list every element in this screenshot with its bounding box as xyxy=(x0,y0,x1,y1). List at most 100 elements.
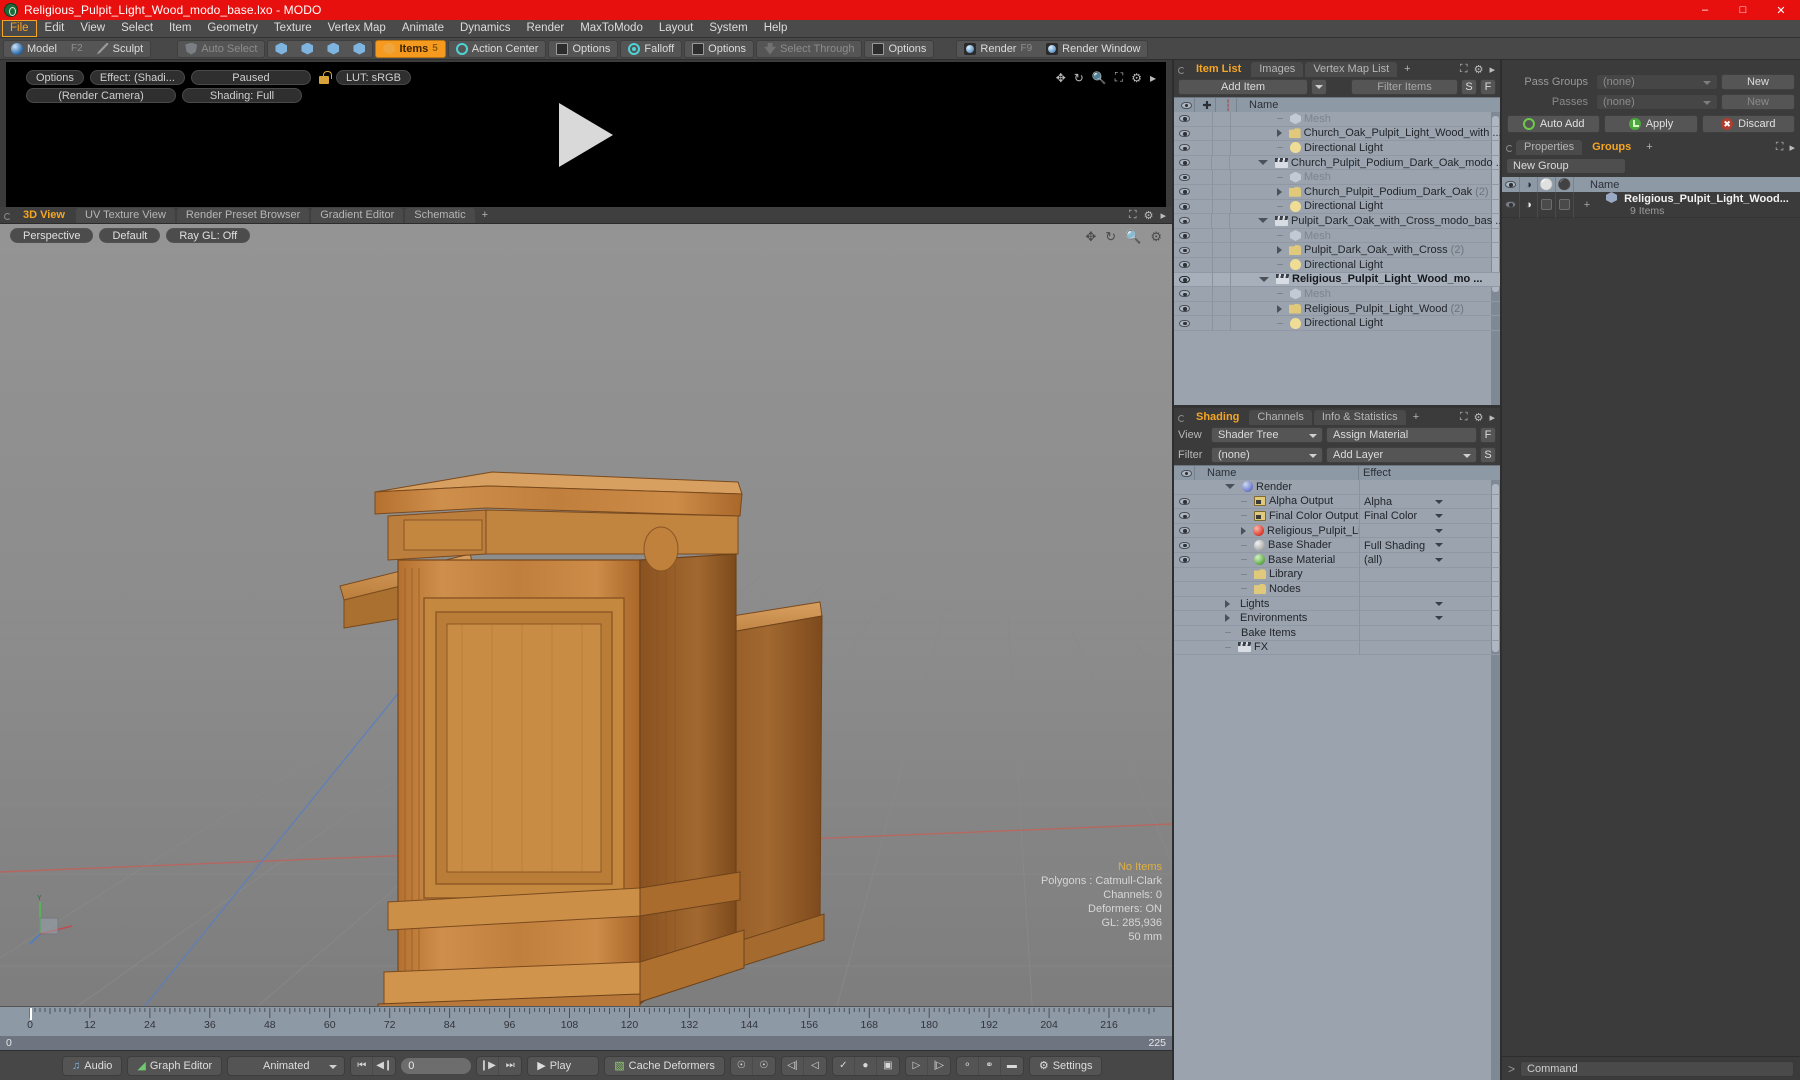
table-row[interactable]: Religious_Pulpit_Light_Wood (2) xyxy=(1174,301,1500,317)
row-visibility-toggle[interactable] xyxy=(1174,512,1195,520)
tab-add-button[interactable]: + xyxy=(477,208,493,223)
row-toggle-cell[interactable] xyxy=(1212,213,1231,229)
groups-maximize-icon[interactable]: ⛶ xyxy=(1776,141,1784,154)
row-toggle-cell[interactable] xyxy=(1195,272,1213,287)
new-pass-group-button[interactable]: New xyxy=(1721,74,1795,90)
preview-options-button[interactable]: Options xyxy=(26,70,84,85)
prev-key-icon[interactable]: ◁ xyxy=(804,1057,826,1075)
action-center-button[interactable]: Action Center xyxy=(449,41,546,57)
auto-add-button[interactable]: Auto Add xyxy=(1507,115,1601,133)
tab-channels[interactable]: Channels xyxy=(1249,410,1312,425)
row-toggle-cell[interactable] xyxy=(1213,184,1231,200)
render-window-button[interactable]: Render Window xyxy=(1039,41,1147,57)
row-toggle-cell[interactable] xyxy=(1213,140,1231,156)
tab-item-list[interactable]: Item List xyxy=(1188,62,1250,77)
chevron-right-icon[interactable] xyxy=(1277,246,1282,255)
channel-icon-1[interactable]: ⚬ xyxy=(957,1056,979,1075)
row-effect-cell[interactable] xyxy=(1359,523,1447,539)
edges-mode-button[interactable] xyxy=(294,41,320,57)
item-list-rows[interactable]: Mesh Church_Oak_Pulpit_Light_Wood_with ..… xyxy=(1174,112,1500,405)
table-row[interactable]: Church_Pulpit_Podium_Dark_Oak (2) xyxy=(1174,184,1500,200)
rotate-icon[interactable]: ↻ xyxy=(1074,71,1084,85)
filter-f-button[interactable]: F xyxy=(1480,79,1496,95)
shading-f-button[interactable]: F xyxy=(1480,427,1496,443)
group-shade-checkbox[interactable] xyxy=(1538,191,1556,218)
tab-schematic[interactable]: Schematic xyxy=(405,208,475,223)
chevron-right-icon[interactable] xyxy=(1276,129,1282,138)
channel-icon-2[interactable]: ⚭ xyxy=(979,1056,1001,1075)
table-row[interactable]: Church_Pulpit_Podium_Dark_Oak_modo ... xyxy=(1174,155,1500,171)
table-row[interactable]: Mesh xyxy=(1174,228,1500,244)
sculpt-mode-button[interactable]: Sculpt xyxy=(90,41,151,57)
tab-shading[interactable]: Shading xyxy=(1188,410,1248,425)
shading-handle-icon[interactable] xyxy=(1178,415,1185,422)
fk-toggle-icon[interactable]: ☉ xyxy=(753,1057,775,1075)
row-effect-cell[interactable] xyxy=(1359,582,1447,597)
passes-dropdown[interactable]: (none) xyxy=(1596,94,1718,110)
menu-item-view[interactable]: View xyxy=(72,20,113,37)
chevron-down-icon[interactable] xyxy=(1435,557,1443,562)
row-toggle-cell[interactable] xyxy=(1213,315,1231,331)
row-visibility-toggle[interactable] xyxy=(1174,173,1195,181)
select-through-button[interactable]: Select Through xyxy=(757,41,861,57)
viewport-maximize-icon[interactable]: ⛶ xyxy=(1129,209,1137,222)
filter-s-button[interactable]: S xyxy=(1461,79,1477,95)
row-visibility-toggle[interactable] xyxy=(1174,541,1195,549)
shading-s-button[interactable]: S xyxy=(1480,447,1496,463)
table-row[interactable]: Render xyxy=(1174,480,1500,495)
group-wire-checkbox[interactable] xyxy=(1556,191,1574,218)
table-row[interactable]: FX xyxy=(1174,640,1500,656)
falloff-button[interactable]: Falloff xyxy=(621,41,681,57)
ik-toggle-icon[interactable]: ☉ xyxy=(731,1056,753,1075)
table-row[interactable]: Mesh xyxy=(1174,286,1500,302)
item-list-handle-icon[interactable] xyxy=(1178,67,1185,74)
tab-info-statistics[interactable]: Info & Statistics xyxy=(1313,410,1406,425)
row-toggle-cell[interactable] xyxy=(1213,199,1231,214)
row-toggle-cell[interactable] xyxy=(1212,155,1230,170)
chevron-down-icon[interactable] xyxy=(1258,218,1269,224)
previous-frame-button[interactable]: ◀❙ xyxy=(373,1057,395,1075)
pass-groups-dropdown[interactable]: (none) xyxy=(1596,74,1718,90)
zoom-icon[interactable]: 🔍 xyxy=(1092,71,1107,85)
tab-gradient-editor[interactable]: Gradient Editor xyxy=(311,208,404,223)
viewport-raygl-dropdown[interactable]: Ray GL: Off xyxy=(166,228,251,243)
row-visibility-toggle[interactable] xyxy=(1174,319,1195,327)
shader-tree-dropdown[interactable]: Shader Tree xyxy=(1211,427,1323,443)
row-visibility-toggle[interactable] xyxy=(1174,232,1195,240)
menu-item-help[interactable]: Help xyxy=(756,20,796,37)
materials-mode-button[interactable] xyxy=(346,41,372,57)
chevron-down-icon[interactable] xyxy=(1435,499,1443,504)
next-key-icon[interactable]: ▷ xyxy=(906,1056,928,1075)
first-key-icon[interactable]: ◁| xyxy=(782,1056,804,1075)
action-options-button[interactable]: Options xyxy=(549,41,617,57)
menu-item-dynamics[interactable]: Dynamics xyxy=(452,20,518,37)
chevron-right-icon[interactable] xyxy=(1277,304,1282,313)
table-row[interactable]: Bake Items xyxy=(1174,625,1500,641)
chevron-down-icon[interactable] xyxy=(1435,601,1443,606)
tab-render-preset-browser[interactable]: Render Preset Browser xyxy=(176,208,310,223)
row-toggle-cell[interactable] xyxy=(1213,301,1231,316)
new-group-button[interactable]: New Group xyxy=(1506,158,1626,174)
row-visibility-toggle[interactable] xyxy=(1174,290,1195,298)
current-frame-field[interactable]: 0 xyxy=(401,1057,472,1074)
viewport-style-dropdown[interactable]: Default xyxy=(99,228,161,243)
row-toggle-cell[interactable] xyxy=(1195,213,1213,229)
groups-handle-icon[interactable] xyxy=(1506,145,1513,152)
preview-shading-dropdown[interactable]: Shading: Full xyxy=(182,88,302,103)
tab-images[interactable]: Images xyxy=(1251,62,1304,77)
shading-list-rows[interactable]: Render Alpha Output Alpha Final Color Outpu… xyxy=(1174,480,1500,1080)
row-effect-cell[interactable] xyxy=(1359,567,1447,583)
apply-button[interactable]: Apply xyxy=(1604,115,1698,133)
groups-list-body[interactable]: ◑ + Religious_Pulpit_Light_Wood... 9 Ite… xyxy=(1502,191,1800,1056)
chevron-down-icon[interactable] xyxy=(1435,616,1443,621)
chevron-down-icon[interactable] xyxy=(1435,543,1443,548)
viewport-settings-gear-icon[interactable]: ⚙ xyxy=(1150,229,1162,245)
add-item-dropdown[interactable] xyxy=(1311,79,1327,95)
groups-add-tab[interactable]: + xyxy=(1641,140,1657,155)
add-item-button[interactable]: Add Item xyxy=(1178,79,1308,95)
table-row[interactable]: Directional Light xyxy=(1174,199,1500,215)
chevron-right-icon[interactable] xyxy=(1225,599,1230,608)
table-row[interactable]: Final Color Output Final Color xyxy=(1174,509,1500,524)
chevron-right-icon[interactable] xyxy=(1225,614,1230,623)
command-input[interactable]: Command xyxy=(1520,1060,1794,1077)
